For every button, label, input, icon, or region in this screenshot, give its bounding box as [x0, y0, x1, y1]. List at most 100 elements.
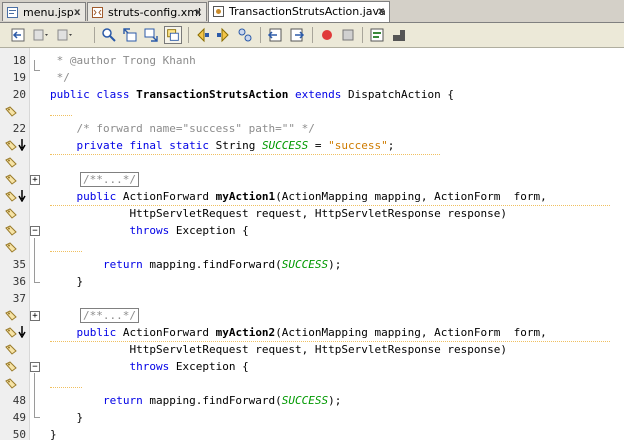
navigate-back-icon[interactable]: [31, 26, 49, 44]
code-line: 22 /* forward name="success" path="" */: [0, 120, 624, 137]
constant: SUCCESS: [281, 258, 329, 271]
annotation-tag-icon: [5, 106, 17, 117]
java-file-icon: [213, 6, 224, 17]
navigate-forward-icon[interactable]: [55, 26, 73, 44]
code-line: 18 * @author Trong Khanh: [0, 52, 624, 69]
code-line: [0, 239, 624, 256]
line-number: 20: [12, 88, 26, 101]
line-number: 50: [12, 428, 26, 441]
close-tab-icon[interactable]: x: [378, 2, 384, 21]
code-text: public class TransactionStrutsAction ext…: [50, 86, 454, 103]
line-number: 19: [12, 71, 26, 84]
annotation-tag-icon: [5, 310, 17, 321]
code-line: 50 }: [0, 426, 624, 443]
keyword: public: [50, 190, 123, 203]
code-line: + /**...*/: [0, 307, 624, 324]
collapsed-javadoc[interactable]: /**...*/: [80, 308, 139, 323]
keyword: return: [50, 394, 150, 407]
code-line: public ActionForward myAction1(ActionMap…: [0, 188, 624, 206]
keyword: private final static: [50, 139, 216, 152]
shift-line-right-icon[interactable]: [215, 26, 233, 44]
code-token: =: [308, 139, 329, 152]
expand-fold-button[interactable]: +: [30, 311, 40, 321]
constant: SUCCESS: [281, 394, 329, 407]
start-macro-recording-icon[interactable]: [318, 26, 336, 44]
jsp-file-icon: [7, 7, 18, 18]
arrow-down-icon: [18, 326, 26, 338]
string-literal: "success": [328, 139, 388, 152]
annotation-tag-icon: [5, 140, 17, 151]
collapse-fold-button[interactable]: −: [30, 362, 40, 372]
annotation-tag-icon: [5, 327, 17, 338]
class-name: TransactionStrutsAction: [136, 88, 289, 101]
close-tab-icon[interactable]: x: [74, 3, 80, 22]
expand-fold-button[interactable]: +: [30, 175, 40, 185]
code-line: [0, 154, 624, 171]
uncomment-icon[interactable]: [390, 26, 408, 44]
annotation-tag-icon: [5, 361, 17, 372]
code-token: ;: [387, 139, 395, 152]
arrow-down-icon: [18, 139, 26, 151]
collapsed-javadoc[interactable]: /**...*/: [80, 172, 139, 187]
find-next-icon[interactable]: [142, 26, 160, 44]
code-text: /* forward name="success" path="" */: [50, 122, 315, 135]
code-line: − throws Exception {: [0, 222, 624, 239]
keyword: public: [50, 326, 123, 339]
editor-tab-bar: menu.jsp x struts-config.xml x Transacti…: [0, 0, 624, 23]
code-line: − throws Exception {: [0, 358, 624, 375]
code-token: );: [328, 394, 342, 407]
code-token: (ActionMapping mapping, ActionForm form,: [275, 326, 547, 339]
editor-toolbar: [0, 23, 624, 48]
code-line: + /**...*/: [0, 171, 624, 188]
warning-underline: [50, 113, 72, 116]
warning-underline: [50, 385, 82, 388]
code-text: /**...*/: [80, 171, 139, 188]
annotation-tag-icon: [5, 157, 17, 168]
toggle-highlight-icon[interactable]: [164, 26, 182, 44]
close-tab-icon[interactable]: x: [195, 3, 201, 22]
code-line: 19 */: [0, 69, 624, 86]
shift-left-icon[interactable]: [266, 26, 284, 44]
code-token: Exception {: [175, 224, 249, 237]
code-text: }: [50, 411, 84, 424]
toggle-bookmark-icon[interactable]: [236, 26, 254, 44]
keyword: throws: [50, 224, 176, 237]
stop-macro-recording-icon[interactable]: [339, 26, 357, 44]
line-number: 36: [12, 275, 26, 288]
code-line: 35 return mapping.findForward(SUCCESS);: [0, 256, 624, 273]
find-previous-icon[interactable]: [121, 26, 139, 44]
arrow-down-icon: [18, 190, 26, 202]
code-line: public ActionForward myAction2(ActionMap…: [0, 324, 624, 342]
toolbar-separator: [188, 27, 189, 43]
code-line: HttpServletRequest request, HttpServletR…: [0, 341, 624, 358]
code-editor[interactable]: 18 * @author Trong Khanh 19 */ 20 public…: [0, 48, 624, 443]
code-token: ActionForward: [122, 326, 216, 339]
code-line: HttpServletRequest request, HttpServletR…: [0, 205, 624, 222]
shift-line-left-icon[interactable]: [193, 26, 211, 44]
constant: SUCCESS: [261, 139, 309, 152]
back-to-last-edit-icon[interactable]: [9, 26, 27, 44]
tab-struts-config-xml[interactable]: struts-config.xml x: [87, 2, 207, 21]
annotation-tag-icon: [5, 191, 17, 202]
find-selection-icon[interactable]: [100, 26, 118, 44]
code-line: 49 }: [0, 409, 624, 426]
code-token: String: [215, 139, 262, 152]
code-line: 36 }: [0, 273, 624, 290]
code-text: */: [50, 71, 70, 84]
tab-label: struts-config.xml: [108, 6, 201, 19]
code-line: 20 public class TransactionStrutsAction …: [0, 86, 624, 103]
tab-transaction-struts-action-java[interactable]: TransactionStrutsAction.java x: [208, 1, 390, 22]
code-text: /**...*/: [80, 307, 139, 324]
comment-icon[interactable]: [368, 26, 386, 44]
line-number: 49: [12, 411, 26, 424]
code-token: DispatchAction {: [348, 88, 454, 101]
shift-right-icon[interactable]: [288, 26, 306, 44]
xml-file-icon: [92, 7, 103, 18]
collapse-fold-button[interactable]: −: [30, 226, 40, 236]
code-text: throws Exception {: [50, 222, 249, 239]
keyword: throws: [50, 360, 176, 373]
line-number: 37: [12, 292, 26, 305]
tab-menu-jsp[interactable]: menu.jsp x: [2, 2, 86, 21]
code-token: (ActionMapping mapping, ActionForm form,: [275, 190, 547, 203]
line-number: 18: [12, 54, 26, 67]
